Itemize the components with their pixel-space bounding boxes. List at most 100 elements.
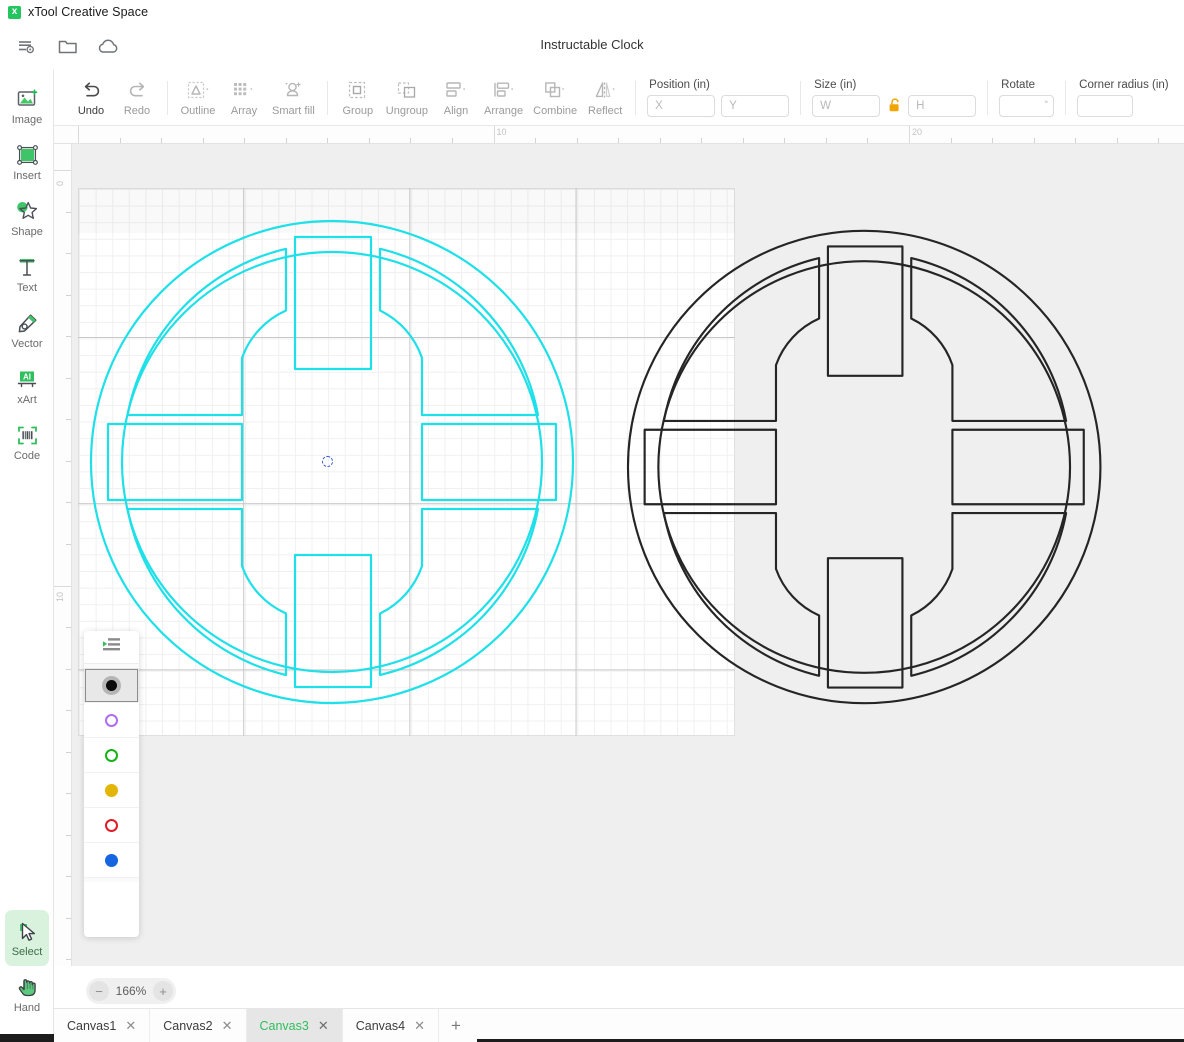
size-w-input[interactable] <box>812 94 881 117</box>
smart-fill-button[interactable]: Smart fill <box>267 72 320 124</box>
swatch-blue[interactable] <box>84 843 139 878</box>
main-toolbar: Undo Redo Outline Array Smart fill Group… <box>54 70 1184 126</box>
swatch-green[interactable] <box>84 738 139 773</box>
rail-item-select[interactable]: Select <box>5 910 49 966</box>
combine-icon <box>543 78 567 102</box>
menu-icon[interactable] <box>8 30 48 64</box>
canvas-tab[interactable]: Canvas2 ✕ <box>150 1009 247 1042</box>
cloud-icon[interactable] <box>88 30 128 64</box>
canvas-tab-close-icon[interactable]: ✕ <box>125 1019 136 1032</box>
ruler-label: 20 <box>912 127 923 137</box>
zoom-out-button[interactable]: − <box>89 981 109 1001</box>
canvas-tab[interactable]: Canvas1 ✕ <box>54 1009 151 1042</box>
rail-item-hand[interactable]: Hand <box>0 966 54 1022</box>
position-label: Position (in) <box>649 78 710 91</box>
image-icon <box>14 86 40 112</box>
svg-text:AI: AI <box>23 372 31 381</box>
hand-icon <box>14 974 40 1000</box>
layers-panel-header[interactable] <box>84 631 139 664</box>
canvas-tab-label: Canvas4 <box>355 1018 406 1033</box>
swatch-purple[interactable] <box>84 703 139 738</box>
toolbar-divider-4 <box>800 80 802 115</box>
ruler-tick <box>950 138 952 143</box>
corner-radius-group: Corner radius (in) <box>1073 72 1172 124</box>
add-canvas-button[interactable]: + <box>439 1009 473 1042</box>
reflect-icon <box>593 78 617 102</box>
canvas-tab-close-icon[interactable]: ✕ <box>222 1019 233 1032</box>
ruler-tick <box>66 460 71 462</box>
arrange-icon <box>492 78 516 102</box>
arrange-button[interactable]: Arrange <box>479 72 528 124</box>
align-button[interactable]: Align <box>433 72 479 124</box>
ruler-tick <box>784 138 786 143</box>
rail-item-insert[interactable]: Insert <box>0 134 54 190</box>
ruler-tick <box>867 138 869 143</box>
open-folder-icon[interactable] <box>48 30 88 64</box>
ruler-label: 0 <box>55 180 65 186</box>
vertical-ruler[interactable]: 0 10 <box>54 144 72 966</box>
position-y-input[interactable] <box>721 94 790 117</box>
outline-button[interactable]: Outline <box>175 72 221 124</box>
canvas-tab-close-icon[interactable]: ✕ <box>414 1019 425 1032</box>
clock-face-cyan[interactable] <box>89 210 594 714</box>
insert-icon <box>14 142 40 168</box>
horizontal-ruler[interactable]: 10 20 <box>54 126 1184 144</box>
canvas-tab-bar[interactable]: Canvas1 ✕ Canvas2 ✕ Canvas3 ✕ Canvas4 ✕ + <box>54 1008 1184 1042</box>
canvas-stage[interactable] <box>72 144 1184 966</box>
position-x-input[interactable] <box>647 94 716 117</box>
rail-label-vector: Vector <box>11 338 43 350</box>
swatch-red[interactable] <box>84 808 139 843</box>
color-swatch-list[interactable] <box>84 664 139 882</box>
rail-label-shape: Shape <box>11 226 43 238</box>
swatch-yellow[interactable] <box>84 773 139 808</box>
layers-color-panel[interactable] <box>84 631 139 937</box>
canvas-tab[interactable]: Canvas4 ✕ <box>343 1009 439 1042</box>
aspect-lock-icon[interactable] <box>886 97 902 115</box>
zoom-in-button[interactable]: + <box>153 981 173 1001</box>
corner-radius-label: Corner radius (in) <box>1079 78 1169 91</box>
array-button[interactable]: Array <box>221 72 267 124</box>
canvas-tab-label: Canvas3 <box>259 1018 309 1033</box>
clock-face-black[interactable] <box>626 220 1121 714</box>
rail-item-xart[interactable]: AI xArt <box>0 358 54 414</box>
combine-button[interactable]: Combine <box>528 72 582 124</box>
swatch-dot <box>105 818 118 832</box>
ruler-major-line <box>54 170 71 171</box>
app-logo-icon: x <box>8 5 21 19</box>
swatch-black[interactable] <box>84 668 139 703</box>
redo-button[interactable]: Redo <box>114 72 160 124</box>
left-tool-rail: Image Insert Shape Text Vector AI xArt C… <box>0 70 54 1042</box>
size-h-input[interactable] <box>908 94 977 117</box>
rail-item-shape[interactable]: Shape <box>0 190 54 246</box>
rotate-input[interactable] <box>999 94 1055 117</box>
swatch-dot <box>105 783 118 797</box>
swatch-dot <box>105 748 118 762</box>
canvas-tab-close-icon[interactable]: ✕ <box>318 1019 329 1032</box>
reflect-button[interactable]: Reflect <box>582 72 628 124</box>
undo-button[interactable]: Undo <box>68 72 114 124</box>
size-label: Size (in) <box>814 78 857 91</box>
canvas-tab-active[interactable]: Canvas3 ✕ <box>246 1009 343 1042</box>
group-button[interactable]: Group <box>335 72 381 124</box>
ungroup-button[interactable]: Ungroup <box>381 72 433 124</box>
corner-radius-input[interactable] <box>1077 94 1134 117</box>
ruler-tick <box>992 138 994 143</box>
ruler-tick <box>66 627 71 629</box>
rail-item-vector[interactable]: Vector <box>0 302 54 358</box>
ruler-tick <box>161 138 163 143</box>
rail-item-text[interactable]: Text <box>0 246 54 302</box>
document-title: Instructable Clock <box>540 37 644 52</box>
canvas-region[interactable]: 10 20 0 10 <box>54 126 1184 966</box>
center-anchor-marker <box>322 456 333 467</box>
zoom-control[interactable]: − 166% + <box>86 978 176 1004</box>
rail-item-code[interactable]: Code <box>0 414 54 470</box>
size-group: Size (in) <box>808 72 980 124</box>
ungroup-label: Ungroup <box>385 105 428 117</box>
rail-item-image[interactable]: Image <box>0 78 54 134</box>
combine-label: Combine <box>533 105 578 117</box>
rail-label-insert: Insert <box>13 170 41 182</box>
ruler-major-line <box>54 585 71 587</box>
rail-label-xart: xArt <box>17 394 37 406</box>
array-grid-icon <box>232 78 256 102</box>
ruler-tick <box>1158 138 1160 143</box>
